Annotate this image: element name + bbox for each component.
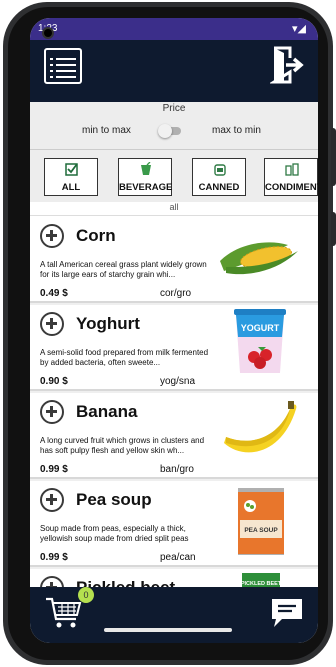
sort-max-to-min-label: max to min — [212, 125, 261, 136]
camera-icon — [42, 27, 54, 39]
product-code: yog/sna — [160, 376, 196, 387]
menu-dot — [50, 70, 53, 72]
logout-icon[interactable] — [270, 46, 304, 84]
yogurt-label: YOGURT — [241, 323, 280, 333]
menu-list-icon[interactable] — [44, 48, 82, 84]
category-filter-bar: ALL BEVERAGE CANNED CONDIMENT — [30, 150, 318, 202]
category-all-button[interactable]: ALL — [44, 158, 98, 196]
product-card-corn[interactable]: Corn A tall American cereal grass plant … — [30, 217, 318, 303]
screen: 1:23 ▾◢ Price min to max max to min — [30, 18, 318, 643]
price-sort-toggle[interactable] — [158, 124, 182, 138]
signal-battery-icons: ▾◢ — [292, 23, 306, 35]
product-code: pea/can — [160, 552, 196, 563]
product-card-banana[interactable]: Banana A long curved fruit which grows i… — [30, 393, 318, 479]
menu-dot — [50, 76, 53, 78]
product-description: A semi-solid food prepared from milk fer… — [40, 348, 209, 367]
sort-min-to-max-label: min to max — [82, 125, 131, 136]
condiment-icon — [285, 163, 299, 176]
home-gesture-bar[interactable] — [104, 628, 232, 632]
menu-line — [56, 64, 76, 66]
product-name: Corn — [76, 226, 116, 245]
chat-message-icon[interactable] — [270, 597, 304, 629]
price-sort-panel: Price min to max max to min — [30, 102, 318, 150]
shopping-cart-icon[interactable] — [44, 595, 84, 631]
status-bar: 1:23 ▾◢ — [30, 18, 318, 40]
product-code: ban/gro — [160, 464, 194, 475]
product-list: Corn A tall American cereal grass plant … — [30, 217, 318, 593]
can-icon — [214, 164, 226, 176]
add-circle-icon[interactable] — [40, 488, 64, 512]
menu-line — [56, 58, 76, 60]
menu-dot — [50, 58, 53, 60]
can-label: PEA SOUP — [244, 527, 278, 534]
phone-side-button — [331, 128, 336, 186]
phone-side-button — [331, 212, 336, 246]
bottom-bar: 0 — [30, 587, 318, 643]
product-name: Pea soup — [76, 490, 152, 509]
category-label: ALL — [61, 182, 81, 193]
product-description: A long curved fruit which grows in clust… — [40, 436, 205, 455]
product-price: 0.90 $ — [40, 376, 68, 387]
product-card-pea-soup[interactable]: Pea soup Soup made from peas, especially… — [30, 481, 318, 567]
active-filter-label: all — [30, 202, 318, 216]
menu-dot — [50, 64, 53, 66]
app-bar — [30, 40, 318, 102]
drink-icon — [141, 162, 151, 175]
category-label: CANNED — [198, 182, 240, 193]
product-price: 0.99 $ — [40, 464, 68, 475]
toggle-knob — [158, 124, 172, 138]
pea-soup-can-image: PEA SOUP — [238, 488, 284, 555]
menu-line — [56, 76, 76, 78]
product-name: Yoghurt — [76, 314, 140, 333]
add-circle-icon[interactable] — [40, 312, 64, 336]
add-circle-icon[interactable] — [40, 400, 64, 424]
product-description: A tall American cereal grass plant widel… — [40, 260, 207, 279]
category-label: CONDIMENT — [265, 182, 318, 193]
product-description: Soup made from peas, especially a thick,… — [40, 524, 189, 543]
checkbox-icon — [65, 163, 78, 176]
product-code: cor/gro — [160, 288, 192, 299]
yogurt-image: YOGURT — [234, 309, 286, 373]
add-circle-icon[interactable] — [40, 224, 64, 248]
category-beverage-button[interactable]: BEVERAGE — [118, 158, 172, 196]
corn-image — [220, 242, 298, 275]
menu-line — [56, 70, 76, 72]
category-condiment-button[interactable]: CONDIMENT — [264, 158, 318, 196]
category-label: BEVERAGE — [119, 182, 173, 193]
banana-image — [224, 401, 297, 453]
product-name: Banana — [76, 402, 138, 421]
category-canned-button[interactable]: CANNED — [192, 158, 246, 196]
product-card-yoghurt[interactable]: Yoghurt A semi-solid food prepared from … — [30, 305, 318, 391]
product-price: 0.99 $ — [40, 552, 68, 563]
price-title: Price — [162, 103, 186, 114]
cart-count-badge: 0 — [78, 587, 94, 603]
product-price: 0.49 $ — [40, 288, 68, 299]
